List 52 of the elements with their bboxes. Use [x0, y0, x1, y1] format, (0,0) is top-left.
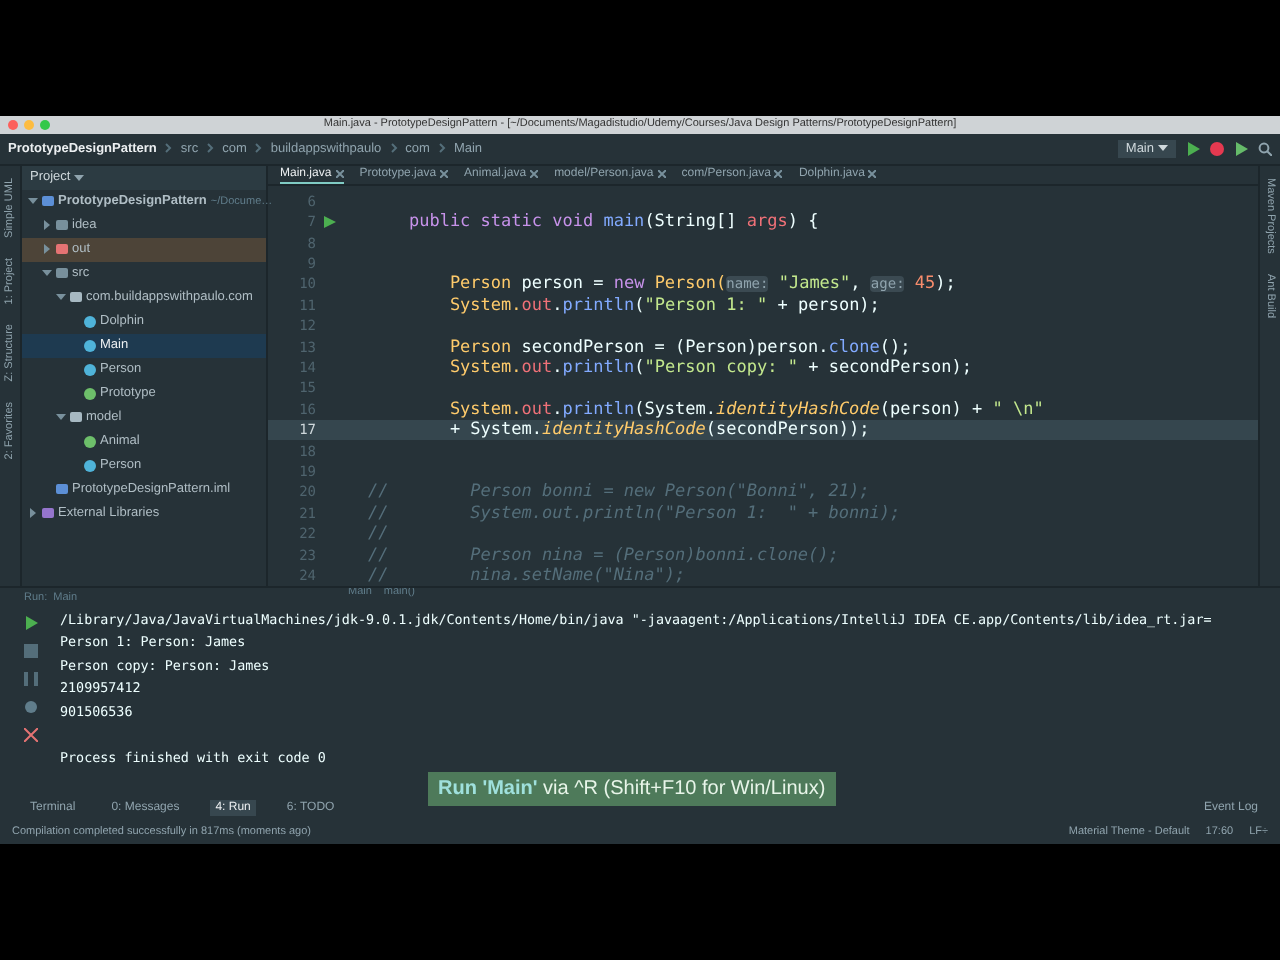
chevron-icon [164, 142, 173, 155]
run-icon[interactable] [1186, 141, 1200, 156]
close-icon[interactable] [868, 169, 877, 178]
caret-icon [1158, 144, 1168, 153]
code-line: // System.out.println("Person 1: " + bonni); [368, 503, 901, 524]
close-icon[interactable] [530, 169, 539, 178]
code-line: System.out.println("Person 1: " + person); [447, 295, 880, 316]
collapse-arrow-icon[interactable] [28, 196, 38, 207]
file-icon [56, 484, 68, 495]
caret-icon [74, 173, 85, 182]
library-icon [42, 508, 54, 519]
close-icon[interactable] [335, 169, 344, 178]
chevron-icon [254, 142, 263, 155]
pause-icon[interactable] [23, 671, 37, 686]
code-line: // Person nina = (Person)bonni.clone(); [368, 545, 839, 566]
close-icon[interactable] [23, 727, 37, 742]
code-line: System.out.println(System.identityHashCode(person) + " \n" [447, 399, 1044, 420]
close-icon[interactable] [440, 169, 449, 178]
package-icon [70, 292, 82, 303]
package-icon [70, 412, 82, 423]
folder-icon [56, 268, 68, 279]
rerun-icon[interactable] [23, 615, 37, 630]
folder-icon [42, 196, 54, 207]
code-line: System.out.println("Person copy: " + secondPerson); [447, 358, 972, 379]
shortcut-hint: Run 'Main' via ^R (Shift+F10 for Win/Linux) [428, 772, 836, 806]
code-line: Person secondPerson = (Person)person.clone(); [447, 337, 911, 358]
expand-arrow-icon[interactable] [28, 508, 38, 519]
run-gutter-icon[interactable] [324, 216, 336, 229]
chevron-icon [437, 142, 446, 155]
close-icon[interactable] [657, 169, 666, 178]
folder-icon [56, 220, 68, 231]
coverage-icon[interactable] [1234, 141, 1248, 156]
expand-arrow-icon[interactable] [42, 244, 52, 255]
chevron-icon [206, 142, 215, 155]
expand-arrow-icon[interactable] [42, 220, 52, 231]
chevron-icon [389, 142, 398, 155]
close-icon[interactable] [774, 169, 783, 178]
collapse-arrow-icon[interactable] [42, 268, 52, 279]
collapse-arrow-icon[interactable] [56, 292, 66, 303]
search-icon[interactable] [1258, 141, 1272, 156]
code-line: // Person bonni = new Person("Bonni", 21); [368, 482, 870, 503]
debug-icon[interactable] [1210, 141, 1224, 156]
code-line: + System.identityHashCode(secondPerson)); [447, 420, 870, 441]
stop-icon[interactable] [23, 643, 37, 658]
code-line: public static void main(String[] args) { [406, 212, 819, 233]
interface-icon [84, 387, 96, 400]
code-line: // nina.setName("Nina"); [368, 565, 686, 586]
interface-icon [84, 435, 96, 448]
code-line: // [368, 524, 389, 545]
class-icon [84, 459, 96, 472]
collapse-arrow-icon[interactable] [56, 412, 66, 423]
folder-icon [56, 244, 68, 255]
